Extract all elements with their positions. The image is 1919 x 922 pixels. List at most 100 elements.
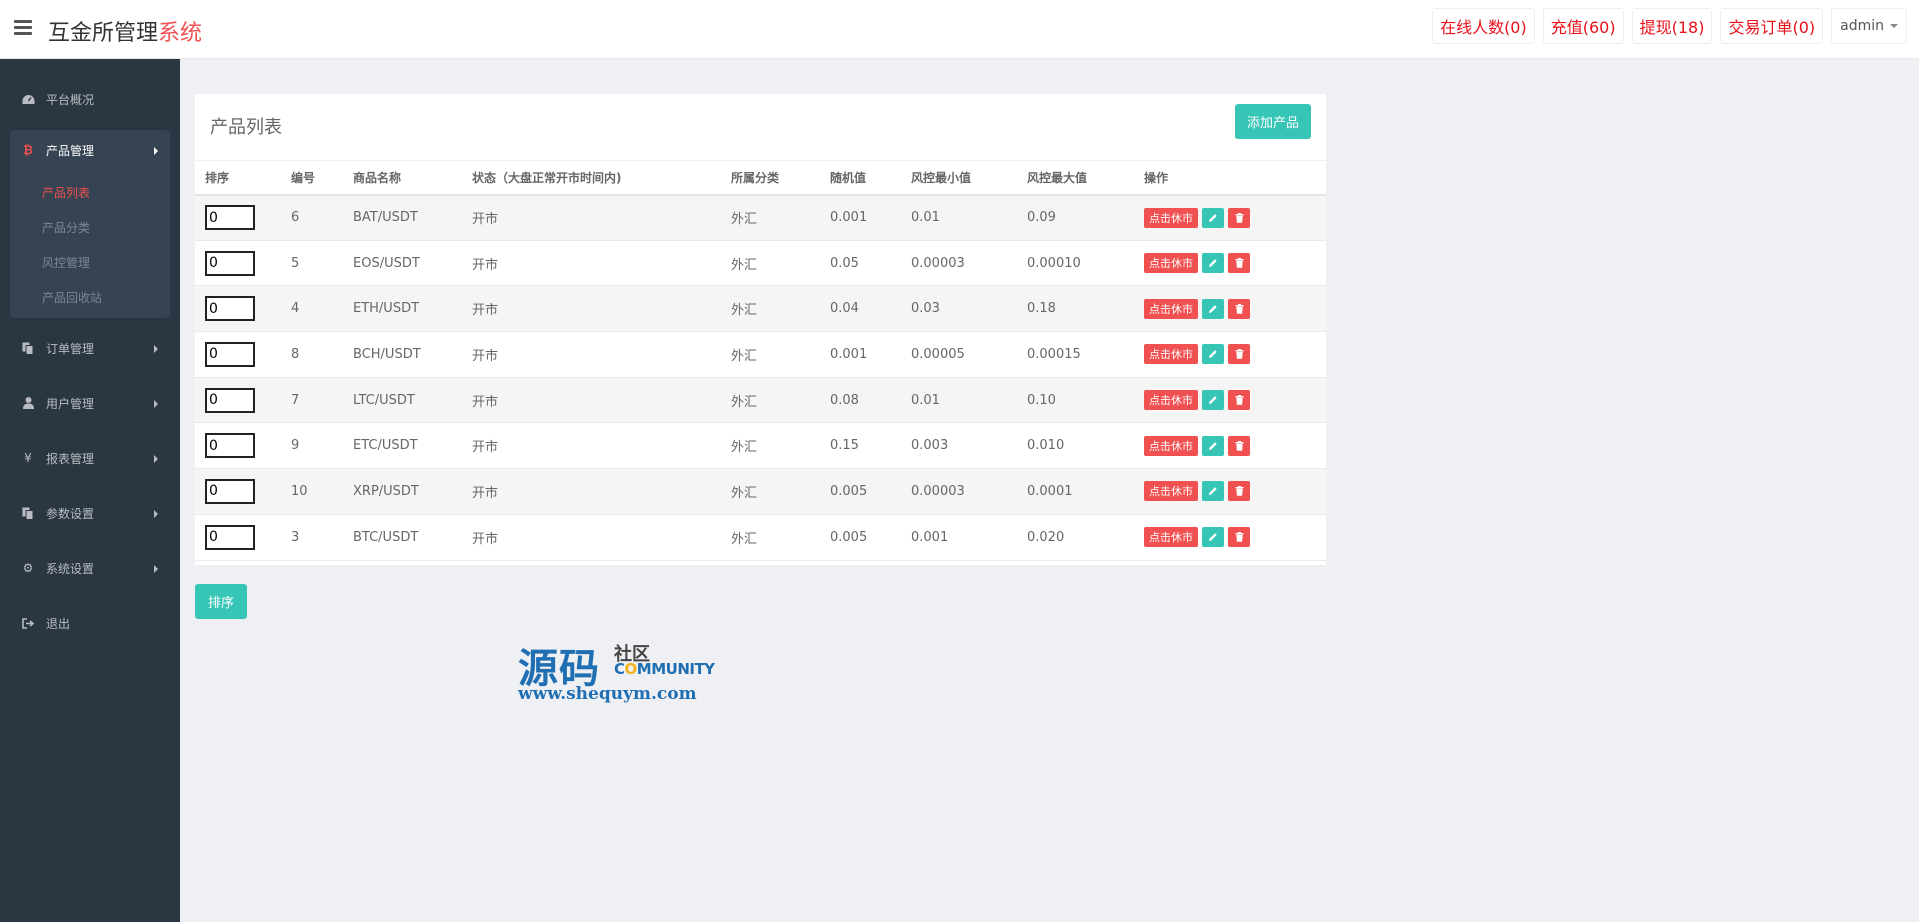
random-cell: 0.04 xyxy=(830,285,911,333)
close-market-button[interactable]: 点击休市 xyxy=(1144,390,1198,411)
table-row: 4ETH/USDT开市外汇0.040.030.18点击休市 xyxy=(195,285,1326,333)
sort-button[interactable]: 排序 xyxy=(195,584,248,619)
sidebar-item-label: 报表管理 xyxy=(46,451,95,466)
trash-icon xyxy=(1235,212,1243,223)
status-cell: 开市 xyxy=(472,240,731,287)
sort-order-input[interactable] xyxy=(205,387,255,413)
delete-button[interactable] xyxy=(1228,344,1250,365)
close-market-button[interactable]: 点击休市 xyxy=(1144,344,1198,365)
edit-button[interactable] xyxy=(1202,481,1224,502)
sort-order-input[interactable] xyxy=(205,341,255,367)
copy-icon xyxy=(20,341,36,355)
close-market-button[interactable]: 点击休市 xyxy=(1144,481,1198,502)
risk-min-cell: 0.003 xyxy=(911,422,1027,470)
col-actions: 操作 xyxy=(1144,160,1326,196)
sort-order-input[interactable] xyxy=(205,250,255,276)
delete-button[interactable] xyxy=(1228,253,1250,274)
actions-cell: 点击休市 xyxy=(1144,468,1326,515)
delete-button[interactable] xyxy=(1228,298,1250,319)
close-market-button[interactable]: 点击休市 xyxy=(1144,207,1198,228)
col-name: 商品名称 xyxy=(353,160,472,196)
sort-cell xyxy=(195,377,291,424)
trash-icon xyxy=(1235,486,1243,497)
name-cell: BAT/USDT xyxy=(353,194,472,241)
close-market-button[interactable]: 点击休市 xyxy=(1144,253,1198,274)
sidebar-item-products[interactable]: ₿ 产品管理 xyxy=(10,130,170,170)
user-menu[interactable]: admin xyxy=(1831,8,1907,44)
status-cell: 开市 xyxy=(472,194,731,241)
sidebar-sub-recycle-bin[interactable]: 产品回收站 xyxy=(42,289,102,306)
sidebar-sub-product-category[interactable]: 产品分类 xyxy=(42,219,90,236)
sidebar-item-users[interactable]: 用户管理 xyxy=(10,383,170,423)
table-row: 6BAT/USDT开市外汇0.0010.010.09点击休市 xyxy=(195,194,1326,241)
pencil-icon xyxy=(1209,442,1217,450)
edit-button[interactable] xyxy=(1202,298,1224,319)
edit-button[interactable] xyxy=(1202,344,1224,365)
sidebar-item-system[interactable]: ⚙ 系统设置 xyxy=(10,548,170,588)
trade-orders-button[interactable]: 交易订单(0) xyxy=(1720,8,1824,44)
col-random: 随机值 xyxy=(830,160,911,196)
delete-button[interactable] xyxy=(1228,481,1250,502)
watermark-community-c: C xyxy=(614,660,625,678)
chevron-right-icon xyxy=(154,345,158,353)
close-market-button[interactable]: 点击休市 xyxy=(1144,298,1198,319)
risk-min-cell: 0.00003 xyxy=(911,468,1027,515)
sidebar-item-params[interactable]: 参数设置 xyxy=(10,493,170,533)
actions-cell: 点击休市 xyxy=(1144,377,1326,424)
name-cell: ETH/USDT xyxy=(353,285,472,333)
col-risk-min: 风控最小值 xyxy=(911,160,1027,196)
delete-button[interactable] xyxy=(1228,527,1250,548)
app-title: 互金所管理系统 xyxy=(48,15,202,47)
sort-order-input[interactable] xyxy=(205,478,255,504)
watermark-community: COMMUNITY xyxy=(614,660,715,678)
risk-max-cell: 0.00015 xyxy=(1027,331,1144,378)
sort-cell xyxy=(195,422,291,470)
actions-cell: 点击休市 xyxy=(1144,514,1326,561)
table-row: 7LTC/USDT开市外汇0.080.010.10点击休市 xyxy=(195,377,1326,424)
sort-order-input[interactable] xyxy=(205,524,255,550)
sidebar-sub-product-list[interactable]: 产品列表 xyxy=(42,184,90,201)
brand-main: 互金所管理 xyxy=(48,21,159,46)
risk-min-cell: 0.001 xyxy=(911,514,1027,561)
dashboard-icon xyxy=(20,92,36,106)
row-actions: 点击休市 xyxy=(1144,298,1326,319)
category-cell: 外汇 xyxy=(731,377,830,424)
sort-cell xyxy=(195,514,291,561)
table-header-row: 排序 编号 商品名称 状态（大盘正常开市时间内) 所属分类 随机值 风控最小值 … xyxy=(195,160,1326,196)
random-cell: 0.005 xyxy=(830,468,911,515)
sidebar-item-reports[interactable]: ¥ 报表管理 xyxy=(10,438,170,478)
close-market-button[interactable]: 点击休市 xyxy=(1144,527,1198,548)
edit-button[interactable] xyxy=(1202,207,1224,228)
sidebar-item-logout[interactable]: 退出 xyxy=(10,603,170,643)
add-product-button[interactable]: 添加产品 xyxy=(1234,104,1311,139)
header-actions: 在线人数(0) 充值(60) 提现(18) 交易订单(0) admin xyxy=(1432,8,1907,44)
actions-cell: 点击休市 xyxy=(1144,285,1326,333)
actions-cell: 点击休市 xyxy=(1144,240,1326,287)
sidebar-item-orders[interactable]: 订单管理 xyxy=(10,328,170,368)
edit-button[interactable] xyxy=(1202,435,1224,456)
close-market-button[interactable]: 点击休市 xyxy=(1144,435,1198,456)
edit-button[interactable] xyxy=(1202,253,1224,274)
delete-button[interactable] xyxy=(1228,390,1250,411)
sort-order-input[interactable] xyxy=(205,433,255,459)
category-cell: 外汇 xyxy=(731,468,830,515)
menu-toggle-icon[interactable] xyxy=(14,20,32,36)
row-actions: 点击休市 xyxy=(1144,435,1326,456)
delete-button[interactable] xyxy=(1228,207,1250,228)
sidebar-sub-risk-control[interactable]: 风控管理 xyxy=(42,254,90,271)
delete-button[interactable] xyxy=(1228,435,1250,456)
random-cell: 0.001 xyxy=(830,331,911,378)
status-cell: 开市 xyxy=(472,331,731,378)
sidebar-item-overview[interactable]: 平台概况 xyxy=(10,79,170,119)
actions-cell: 点击休市 xyxy=(1144,194,1326,241)
withdraw-button[interactable]: 提现(18) xyxy=(1631,8,1713,44)
edit-button[interactable] xyxy=(1202,527,1224,548)
pencil-icon xyxy=(1209,350,1217,359)
sidebar-item-label: 订单管理 xyxy=(46,341,95,356)
table-row: 8BCH/USDT开市外汇0.0010.000050.00015点击休市 xyxy=(195,331,1326,378)
sort-order-input[interactable] xyxy=(205,205,255,231)
sort-order-input[interactable] xyxy=(205,296,255,322)
edit-button[interactable] xyxy=(1202,390,1224,411)
recharge-button[interactable]: 充值(60) xyxy=(1542,8,1624,44)
online-users-button[interactable]: 在线人数(0) xyxy=(1432,8,1535,44)
